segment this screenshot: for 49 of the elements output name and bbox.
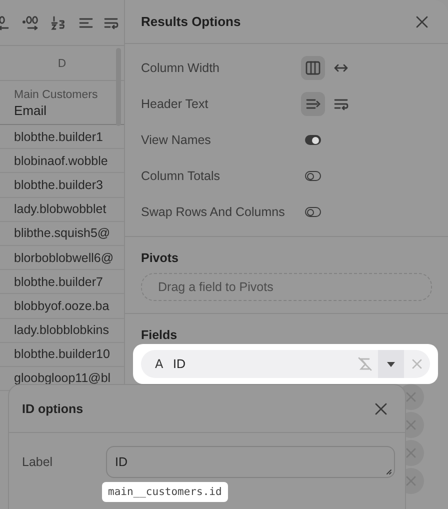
table-cell: blobthe.builder10 xyxy=(0,342,124,367)
toggle-switch[interactable] xyxy=(305,135,321,145)
dialog-title: ID options xyxy=(22,402,84,416)
table-cell: blibthe.squish5@ xyxy=(0,222,124,246)
section-title: Pivots xyxy=(141,251,180,265)
column-header: Email xyxy=(14,103,48,118)
close-icon xyxy=(406,420,416,430)
table-cell: blobinaof.wobble xyxy=(0,149,124,174)
close-icon xyxy=(412,359,422,369)
setting-label: View Names xyxy=(141,133,212,147)
scrollbar[interactable] xyxy=(116,48,121,126)
table-cell: blobthe.builder3 xyxy=(0,173,124,198)
field-label: ID xyxy=(173,357,186,371)
dropdown-button[interactable] xyxy=(378,350,404,378)
pivot-drop-zone[interactable]: Drag a field to Pivots xyxy=(141,273,432,301)
field-type-label: A xyxy=(155,357,164,371)
caret-icon xyxy=(387,362,395,366)
panel-title: Results Options xyxy=(141,14,241,29)
source-column-name: main__customers.id xyxy=(102,482,228,502)
option-button[interactable] xyxy=(301,56,325,80)
table-cell: blorboblobwell6@ xyxy=(0,246,124,270)
setting-label: Column Width xyxy=(141,61,220,75)
column-letter: D xyxy=(58,56,66,70)
close-icon xyxy=(406,448,416,458)
sigma-off-icon xyxy=(358,357,372,371)
column-group: Main Customers xyxy=(14,89,124,101)
columns-icon xyxy=(305,60,321,76)
close-icon xyxy=(406,476,416,486)
field-chip[interactable]: A ID xyxy=(141,350,430,378)
field-label: Label xyxy=(22,455,54,469)
option-button[interactable] xyxy=(301,92,325,116)
table-cell: blobthe.builder1 xyxy=(0,125,124,150)
table-cell: lady.blobwobblet xyxy=(0,198,124,222)
table-cell: blobbyof.ooze.ba xyxy=(0,294,124,318)
resize-grip-icon xyxy=(386,469,392,475)
close-button[interactable] xyxy=(375,402,387,414)
setting-label: Header Text xyxy=(141,97,210,111)
close-icon xyxy=(406,392,416,402)
table-cell: blobthe.builder7 xyxy=(0,270,124,294)
setting-label: Swap Rows And Columns xyxy=(141,205,286,219)
setting-label: Column Totals xyxy=(141,169,221,183)
label-input[interactable]: ID xyxy=(106,446,395,478)
close-icon xyxy=(416,16,428,28)
close-icon xyxy=(375,402,387,414)
toggle-switch[interactable] xyxy=(305,171,321,181)
section-title: Fields xyxy=(141,328,178,342)
close-button[interactable] xyxy=(416,16,428,28)
toggle-switch[interactable] xyxy=(305,207,321,217)
table-cell: lady.blobblobkins xyxy=(0,318,124,343)
